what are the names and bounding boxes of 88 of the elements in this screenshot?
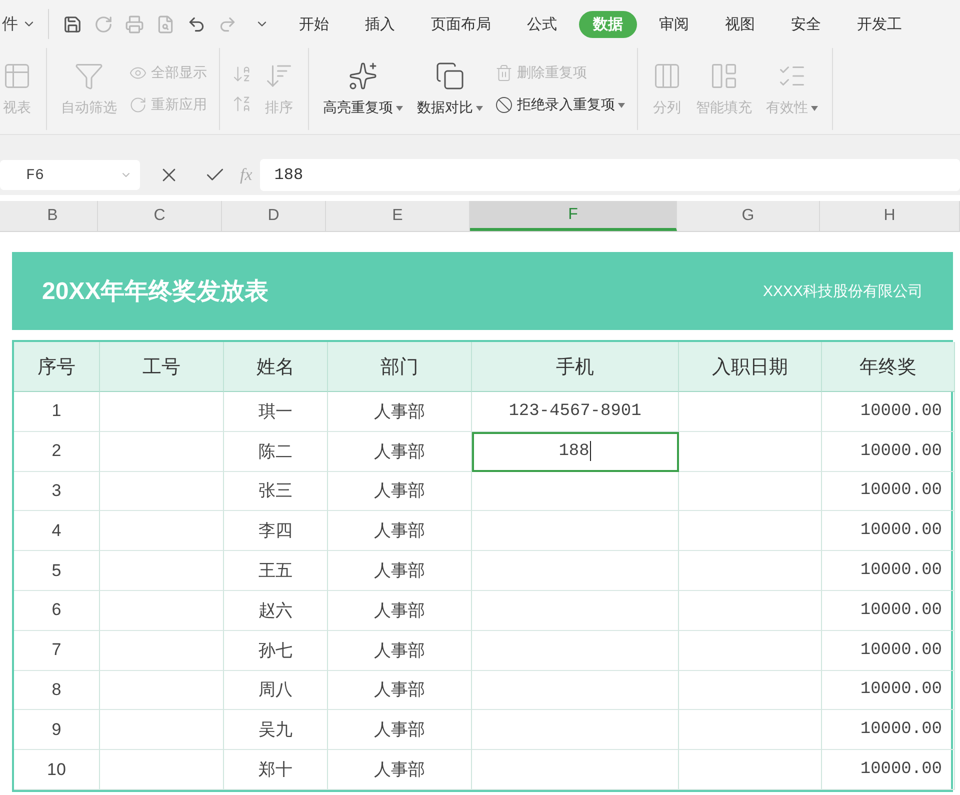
- sheet-title: 20XX年年终奖发放表: [42, 277, 269, 307]
- column-header[interactable]: G: [677, 201, 820, 231]
- block-icon: [495, 96, 513, 114]
- sparkle-icon: [348, 61, 378, 91]
- table-cell: 9: [14, 710, 100, 750]
- table-cell: 5: [14, 551, 100, 591]
- copy-icon: [435, 61, 465, 91]
- table-icon: [2, 61, 32, 91]
- dropdown-caret-icon: [396, 106, 403, 110]
- table-cell: 7: [14, 630, 100, 671]
- ribbon-tab[interactable]: 页面布局: [417, 10, 505, 38]
- table-cell: 人事部: [328, 710, 472, 750]
- table-cell: 10000.00: [822, 472, 955, 512]
- refresh-icon: [129, 96, 147, 114]
- table-cell: 张三: [224, 472, 328, 512]
- table-cell: 人事部: [328, 630, 472, 671]
- dropdown-caret-icon: [811, 106, 818, 110]
- table-cell: 10000.00: [822, 511, 955, 552]
- table-cell: 人事部: [328, 511, 472, 552]
- table-cell: 人事部: [328, 590, 472, 631]
- ribbon-button[interactable]: 数据对比: [415, 59, 485, 119]
- column-header[interactable]: D: [222, 201, 326, 231]
- file-menu[interactable]: 件: [2, 14, 18, 34]
- table-cell: 10000.00: [822, 630, 955, 671]
- table-cell: 10000.00: [822, 432, 955, 472]
- table-cell: 10000.00: [822, 392, 955, 432]
- column-header[interactable]: C: [98, 201, 222, 231]
- table-cell: 1: [14, 392, 100, 432]
- table-header-cell: 姓名: [224, 342, 328, 392]
- table-cell: 123-4567-8901: [472, 392, 679, 432]
- dropdown-caret-icon: [618, 102, 625, 108]
- filter-icon: [74, 61, 104, 91]
- table-header-cell: 部门: [328, 342, 472, 392]
- table-cell: 10000.00: [822, 670, 955, 710]
- table-cell: 10: [14, 750, 100, 790]
- table-cell: 10000.00: [822, 590, 955, 631]
- table-cell: 琪一: [224, 392, 328, 432]
- columns-icon: [652, 61, 682, 91]
- table-cell: 孙七: [224, 630, 328, 671]
- table-header-cell: 序号: [14, 342, 100, 392]
- ribbon-button[interactable]: 高亮重复项: [321, 59, 405, 119]
- ribbon-tab[interactable]: 公式: [513, 10, 571, 38]
- text-cursor: [590, 441, 592, 462]
- name-box[interactable]: F6: [0, 160, 140, 190]
- table-cell: 6: [14, 590, 100, 631]
- table-cell: 人事部: [328, 750, 472, 790]
- table-cell: 2: [14, 432, 100, 472]
- trash-icon: [495, 64, 513, 82]
- table-cell: 10000.00: [822, 750, 955, 790]
- table-cell: 8: [14, 670, 100, 710]
- table-cell: 3: [14, 472, 100, 512]
- table-cell: 王五: [224, 551, 328, 591]
- table-cell: 吴九: [224, 710, 328, 750]
- table-header-cell: 手机: [472, 342, 679, 392]
- table-cell: 人事部: [328, 432, 472, 472]
- table-cell: 4: [14, 511, 100, 552]
- table-cell: 赵六: [224, 590, 328, 631]
- layout-icon: [709, 61, 739, 91]
- table-cell: 李四: [224, 511, 328, 552]
- ribbon-tab[interactable]: 插入: [351, 10, 409, 38]
- column-header[interactable]: B: [8, 201, 98, 231]
- save-icon[interactable]: [63, 14, 82, 34]
- editing-cell[interactable]: 188: [472, 432, 679, 472]
- ribbon-tab[interactable]: 审阅: [645, 10, 703, 38]
- table-header-cell: 工号: [100, 342, 224, 392]
- table-header-cell: 入职日期: [679, 342, 822, 392]
- ribbon-tab[interactable]: 视图: [711, 10, 769, 38]
- table-header-cell: 年终奖: [822, 342, 955, 392]
- table-cell: 人事部: [328, 670, 472, 710]
- undo-icon[interactable]: [187, 14, 206, 34]
- table-cell: 10000.00: [822, 710, 955, 750]
- table-cell: 陈二: [224, 432, 328, 472]
- ribbon-tab[interactable]: 开始: [285, 10, 343, 38]
- table-cell: 10000.00: [822, 551, 955, 591]
- table-cell: 人事部: [328, 551, 472, 591]
- column-header[interactable]: F: [470, 201, 677, 231]
- table-cell: 人事部: [328, 392, 472, 432]
- company-name: XXXX科技股份有限公司: [762, 282, 923, 300]
- formula-field[interactable]: 188: [260, 159, 960, 191]
- table-cell: 郑十: [224, 750, 328, 790]
- ribbon-tab[interactable]: 开发工: [843, 10, 916, 38]
- ribbon-tab[interactable]: 数据: [579, 10, 637, 38]
- ribbon-button[interactable]: 拒绝录入重复项: [495, 96, 625, 114]
- table-cell: 人事部: [328, 472, 472, 512]
- column-header[interactable]: H: [820, 201, 960, 231]
- ribbon-tab[interactable]: 安全: [777, 10, 835, 38]
- table-cell: 周八: [224, 670, 328, 710]
- dropdown-caret-icon: [476, 106, 483, 110]
